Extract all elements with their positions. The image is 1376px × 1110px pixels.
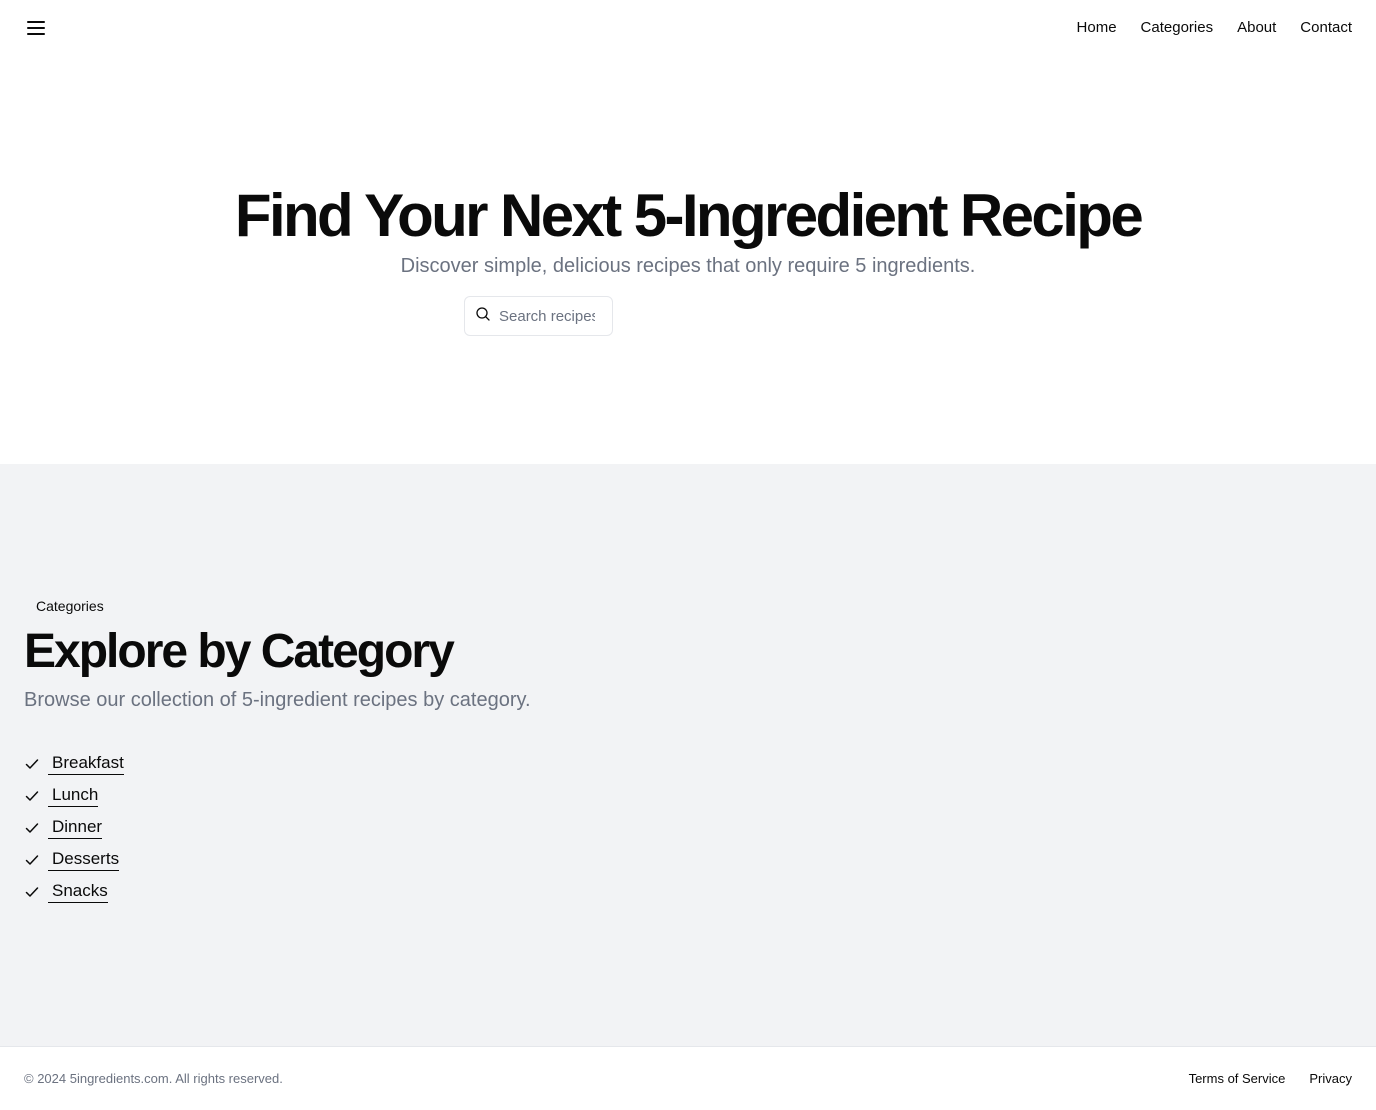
category-list: Breakfast Lunch Dinner Desserts Snacks	[24, 748, 124, 908]
hero-subtitle: Discover simple, delicious recipes that …	[400, 255, 976, 277]
section-badge: Categories	[36, 598, 104, 614]
footer-link-privacy[interactable]: Privacy	[1309, 1071, 1352, 1087]
nav-link-about[interactable]: About	[1237, 18, 1276, 38]
list-item: Snacks	[24, 876, 124, 908]
check-icon	[25, 823, 39, 833]
site-footer: © 2024 5ingredients.com. All rights rese…	[0, 1046, 1376, 1110]
list-item: Lunch	[24, 780, 124, 812]
hero-section: Find Your Next 5-Ingredient Recipe Disco…	[0, 56, 1376, 464]
site-header: Home Categories About Contact	[0, 0, 1376, 56]
main-nav: Home Categories About Contact	[1077, 18, 1352, 38]
check-icon	[25, 791, 39, 801]
list-item: Dinner	[24, 812, 124, 844]
nav-link-home[interactable]: Home	[1077, 18, 1117, 38]
nav-link-categories[interactable]: Categories	[1141, 18, 1214, 38]
categories-section: Categories Explore by Category Browse ou…	[0, 464, 1376, 1046]
category-link-dinner[interactable]: Dinner	[48, 817, 103, 839]
category-link-snacks[interactable]: Snacks	[48, 881, 108, 903]
copyright-text: © 2024 5ingredients.com. All rights rese…	[24, 1071, 283, 1086]
check-icon	[25, 759, 39, 769]
section-title: Explore by Category	[24, 625, 455, 678]
check-icon	[25, 887, 39, 897]
nav-link-contact[interactable]: Contact	[1300, 18, 1352, 38]
hamburger-menu-icon[interactable]	[24, 16, 48, 40]
footer-link-terms[interactable]: Terms of Service	[1189, 1071, 1286, 1087]
list-item: Breakfast	[24, 748, 124, 780]
hero-title: Find Your Next 5-Ingredient Recipe	[234, 182, 1144, 249]
check-icon	[25, 855, 39, 865]
search-box[interactable]	[464, 296, 613, 336]
search-input[interactable]	[499, 307, 595, 325]
category-link-breakfast[interactable]: Breakfast	[48, 753, 124, 775]
category-link-desserts[interactable]: Desserts	[48, 849, 120, 871]
footer-links: Terms of Service Privacy	[1189, 1071, 1352, 1087]
category-link-lunch[interactable]: Lunch	[48, 785, 99, 807]
section-subtitle: Browse our collection of 5-ingredient re…	[24, 689, 531, 711]
search-icon	[476, 307, 490, 321]
list-item: Desserts	[24, 844, 124, 876]
